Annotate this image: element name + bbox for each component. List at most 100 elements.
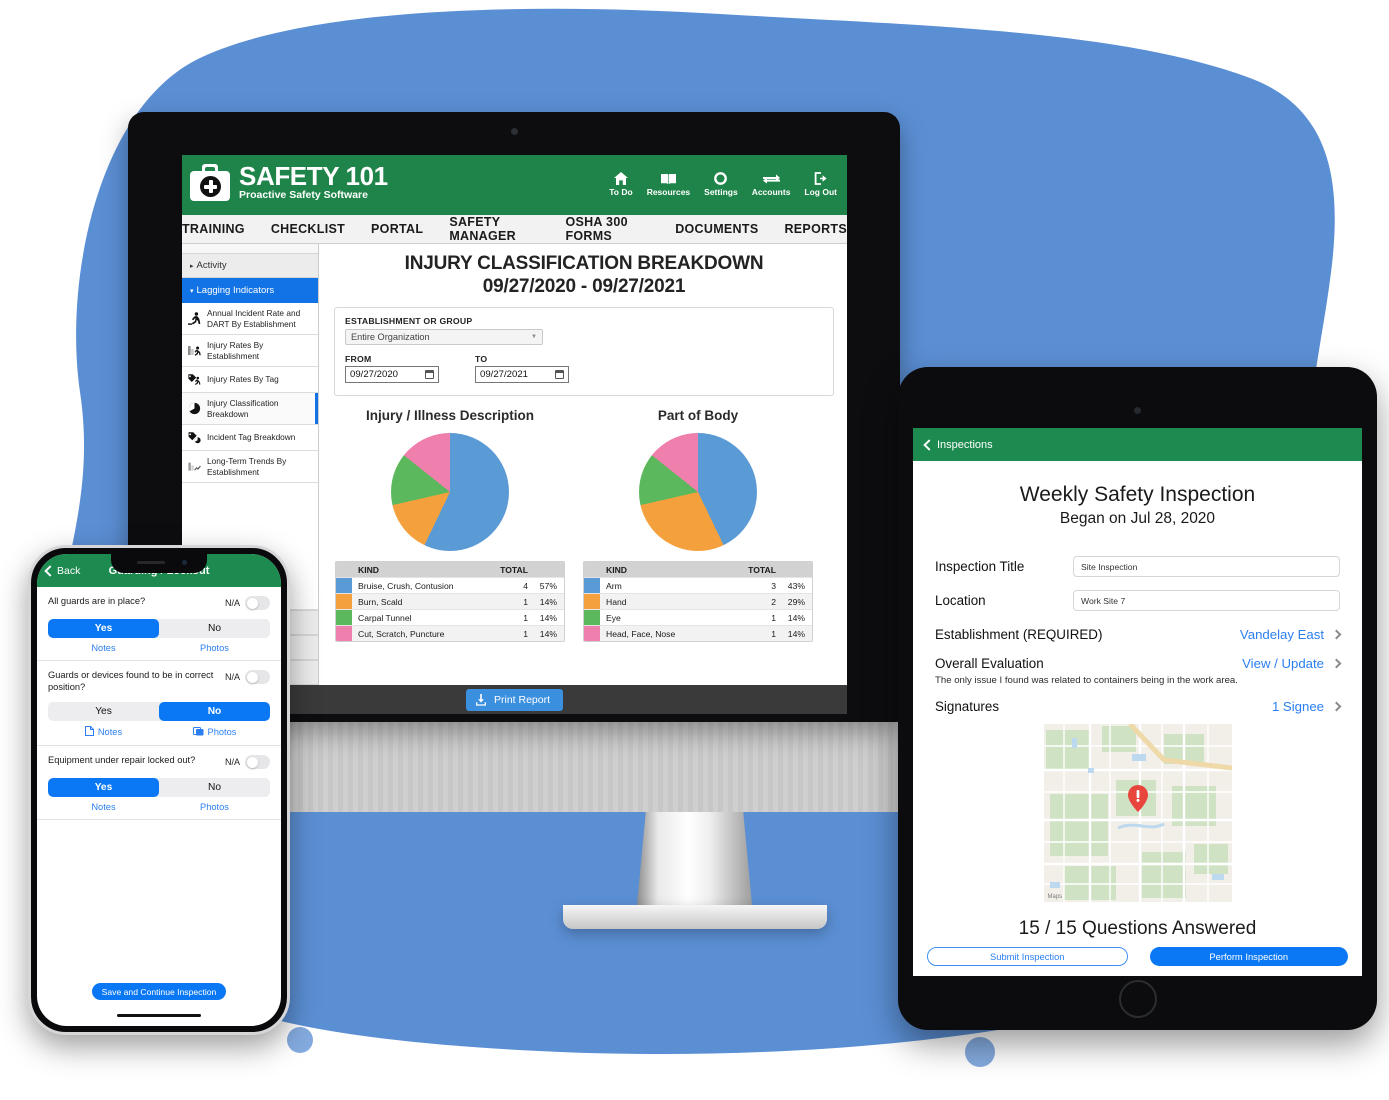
sidebar-item-injury-rates-by-establishment[interactable]: Injury Rates By Establishment bbox=[182, 335, 318, 367]
no-button[interactable]: No bbox=[159, 619, 270, 638]
photos-link[interactable]: Photos bbox=[159, 643, 270, 653]
overall-evaluation-link[interactable]: View / Update bbox=[1242, 656, 1342, 671]
na-control[interactable]: N/A bbox=[225, 596, 270, 610]
photos-link[interactable]: Photos bbox=[159, 802, 270, 812]
signatures-link[interactable]: 1 Signee bbox=[1272, 699, 1342, 714]
nav-item-training[interactable]: TRAINING bbox=[182, 222, 245, 236]
from-label: FROM bbox=[345, 354, 372, 364]
legend-total: 1 bbox=[523, 612, 528, 623]
tablet-device: Inspections Weekly Safety Inspection Beg… bbox=[898, 367, 1377, 1030]
table-row: Burn, Scald 1 14% bbox=[336, 593, 564, 609]
legend-kind: Bruise, Crush, Contusion bbox=[358, 580, 454, 591]
tablet-camera-icon bbox=[1134, 407, 1141, 414]
legend-percent: 14% bbox=[787, 628, 805, 639]
book-icon bbox=[660, 171, 676, 186]
nav-item-portal[interactable]: PORTAL bbox=[371, 222, 423, 236]
nav-item-reports[interactable]: REPORTS bbox=[784, 222, 847, 236]
yes-button[interactable]: Yes bbox=[48, 778, 159, 797]
location-map[interactable]: Maps bbox=[1043, 724, 1232, 902]
legend-header-row: KIND TOTAL bbox=[584, 562, 812, 577]
establishment-value: Vandelay East bbox=[1239, 627, 1324, 642]
yes-button[interactable]: Yes bbox=[48, 702, 159, 721]
form-row-signatures[interactable]: Signatures 1 Signee bbox=[935, 699, 1342, 714]
establishment-select[interactable]: Entire Organization ▼ bbox=[345, 329, 543, 345]
phone-back-button[interactable]: Back bbox=[44, 565, 80, 577]
brand-logo[interactable]: SAFETY 101 Proactive Safety Software bbox=[190, 163, 388, 202]
report-main: INJURY CLASSIFICATION BREAKDOWN 09/27/20… bbox=[319, 244, 847, 685]
inspection-title: Weekly Safety Inspection bbox=[1019, 483, 1256, 506]
legend-col-kind: KIND bbox=[358, 564, 380, 575]
sidebar-section-activity[interactable]: ▸ Activity bbox=[182, 253, 318, 278]
na-toggle[interactable] bbox=[245, 755, 270, 769]
checklist-question-1: All guards are in place? N/A Yes No Note… bbox=[37, 587, 281, 661]
from-date-input[interactable]: 09/27/2020 bbox=[345, 366, 439, 383]
chevron-right-icon: ▸ bbox=[190, 263, 194, 270]
sidebar-item-injury-classification-breakdown[interactable]: Injury Classification Breakdown bbox=[182, 393, 318, 425]
tablet-nav-bar[interactable]: Inspections bbox=[913, 428, 1362, 461]
legend-swatch bbox=[584, 626, 600, 641]
no-button[interactable]: No bbox=[159, 778, 270, 797]
sidebar-item-label: Long-Term Trends By Establishment bbox=[207, 456, 287, 477]
notes-label: Notes bbox=[91, 802, 116, 812]
na-toggle[interactable] bbox=[245, 670, 270, 684]
legend-kind: Burn, Scald bbox=[358, 596, 403, 607]
photos-link[interactable]: Photos bbox=[159, 726, 270, 738]
form-row-establishment[interactable]: Establishment (REQUIRED) Vandelay East bbox=[935, 627, 1342, 642]
na-control[interactable]: N/A bbox=[225, 670, 270, 684]
header-item-logout[interactable]: Log Out bbox=[804, 171, 837, 197]
location-input[interactable]: Work Site 7 bbox=[1073, 590, 1340, 611]
yes-button[interactable]: Yes bbox=[48, 619, 159, 638]
save-and-continue-button[interactable]: Save and Continue Inspection bbox=[92, 983, 226, 1000]
report-filter-panel: ESTABLISHMENT OR GROUP Entire Organizati… bbox=[334, 307, 834, 396]
sidebar-section-label-activity: Activity bbox=[196, 260, 227, 271]
sidebar-item-long-term-trends[interactable]: Long-Term Trends By Establishment bbox=[182, 451, 318, 483]
legend-kind: Arm bbox=[606, 580, 622, 591]
legend-swatch bbox=[584, 594, 600, 609]
na-control[interactable]: N/A bbox=[225, 755, 270, 769]
submit-inspection-button[interactable]: Submit Inspection bbox=[927, 947, 1128, 966]
legend-col-total: TOTAL bbox=[500, 564, 528, 575]
gear-icon bbox=[714, 171, 728, 186]
notes-photos-row: Notes Photos bbox=[48, 802, 270, 812]
nav-item-checklist[interactable]: CHECKLIST bbox=[271, 222, 345, 236]
print-report-button[interactable]: Print Report bbox=[465, 688, 564, 711]
nav-item-osha-300-forms[interactable]: OSHA 300 FORMS bbox=[565, 215, 649, 243]
bar-trend-icon bbox=[187, 459, 202, 474]
composite-scene: SAFETY 101 Proactive Safety Software To … bbox=[0, 0, 1389, 1100]
tablet-home-button[interactable] bbox=[1118, 980, 1157, 1018]
overall-evaluation-label: Overall Evaluation bbox=[935, 656, 1044, 671]
perform-inspection-button[interactable]: Perform Inspection bbox=[1149, 947, 1348, 966]
sidebar-item-label: Incident Tag Breakdown bbox=[207, 432, 296, 443]
form-row-overall-evaluation[interactable]: Overall Evaluation View / Update bbox=[935, 656, 1342, 671]
nav-item-documents[interactable]: DOCUMENTS bbox=[675, 222, 758, 236]
field-label: Location bbox=[935, 593, 986, 608]
page-title: INJURY CLASSIFICATION BREAKDOWN bbox=[404, 253, 764, 274]
to-date-input[interactable]: 09/27/2021 bbox=[475, 366, 569, 383]
legend-swatch bbox=[336, 594, 352, 609]
to-date-value: 09/27/2021 bbox=[480, 369, 529, 380]
no-button[interactable]: No bbox=[159, 702, 270, 721]
legend-swatch bbox=[584, 578, 600, 593]
print-report-label: Print Report bbox=[493, 693, 551, 706]
header-item-resources[interactable]: Resources bbox=[647, 171, 690, 197]
question-header: All guards are in place? N/A bbox=[48, 596, 270, 610]
header-item-todo[interactable]: To Do bbox=[609, 171, 633, 197]
legend-total: 1 bbox=[523, 628, 528, 639]
pie-chart-icon bbox=[187, 401, 202, 416]
sidebar-item-incident-tag-breakdown[interactable]: Incident Tag Breakdown bbox=[182, 425, 318, 451]
sidebar-section-lagging-indicators[interactable]: ▾ Lagging Indicators bbox=[182, 278, 318, 303]
sidebar-item-injury-rates-by-tag[interactable]: Injury Rates By Tag bbox=[182, 367, 318, 393]
notes-link[interactable]: Notes bbox=[48, 726, 159, 738]
inspection-title-input[interactable]: Site Inspection bbox=[1073, 556, 1340, 577]
notes-link[interactable]: Notes bbox=[48, 643, 159, 653]
nav-item-safety-manager[interactable]: SAFETY MANAGER bbox=[449, 215, 539, 243]
legend-total: 3 bbox=[771, 580, 776, 591]
na-toggle[interactable] bbox=[245, 596, 270, 610]
yes-no-toggle-group: Yes No bbox=[48, 778, 270, 797]
sidebar-item-annual-incident-rate[interactable]: Annual Incident Rate and DART By Establi… bbox=[182, 303, 318, 335]
notes-link[interactable]: Notes bbox=[48, 802, 159, 812]
header-item-settings[interactable]: Settings bbox=[704, 171, 738, 197]
header-item-accounts[interactable]: Accounts bbox=[752, 171, 790, 197]
establishment-select-value: Entire Organization bbox=[351, 332, 430, 342]
establishment-value-link[interactable]: Vandelay East bbox=[1239, 627, 1342, 642]
